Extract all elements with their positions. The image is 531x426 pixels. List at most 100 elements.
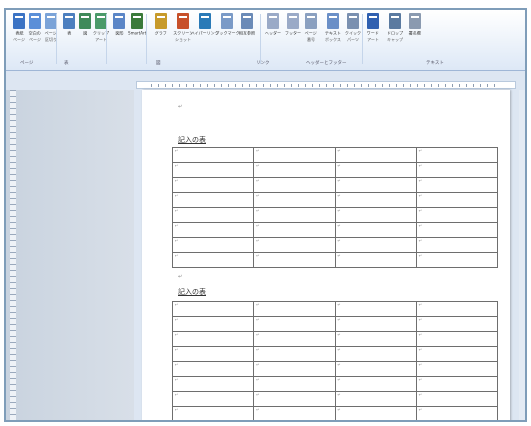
table-cell[interactable]: ↵ bbox=[334, 162, 417, 178]
table-cell[interactable]: ↵ bbox=[334, 147, 417, 163]
ribbon-group-label: 図 bbox=[156, 61, 161, 66]
table-icon bbox=[63, 13, 75, 29]
table-cell[interactable]: ↵ bbox=[334, 301, 417, 317]
dropcap-button[interactable]: ドロップ キャップ bbox=[386, 12, 404, 50]
table-cell[interactable]: ↵ bbox=[171, 316, 255, 332]
bookmark-button[interactable]: ブックマーク bbox=[215, 12, 239, 50]
table-cell[interactable]: ↵ bbox=[415, 192, 499, 208]
shapes-button[interactable]: 図形 bbox=[110, 12, 128, 50]
table-cell[interactable]: ↵ bbox=[334, 376, 417, 392]
screenshot-button[interactable]: スクリーン ショット bbox=[173, 12, 193, 50]
table-cell[interactable]: ↵ bbox=[171, 301, 255, 317]
table-cell[interactable]: ↵ bbox=[334, 316, 417, 332]
table-cell[interactable]: ↵ bbox=[171, 376, 255, 392]
table-cell[interactable]: ↵ bbox=[253, 207, 336, 223]
table-cell[interactable]: ↵ bbox=[171, 361, 255, 377]
table-cell[interactable]: ↵ bbox=[253, 147, 336, 163]
footer-button[interactable]: フッター bbox=[284, 12, 302, 50]
table-cell[interactable]: ↵ bbox=[253, 391, 336, 407]
table-cell[interactable]: ↵ bbox=[171, 391, 255, 407]
horizontal-ruler[interactable] bbox=[136, 81, 516, 89]
table-cell[interactable]: ↵ bbox=[253, 406, 336, 420]
table-cell[interactable]: ↵ bbox=[253, 252, 336, 268]
table-cell[interactable]: ↵ bbox=[415, 177, 499, 193]
table-cell[interactable]: ↵ bbox=[334, 222, 417, 238]
table-cell[interactable]: ↵ bbox=[334, 177, 417, 193]
table-cell[interactable]: ↵ bbox=[415, 222, 499, 238]
table-cell[interactable]: ↵ bbox=[334, 361, 417, 377]
table-cell[interactable]: ↵ bbox=[171, 331, 255, 347]
table-2[interactable]: ↵ ↵ ↵ ↵ ↵ ↵ ↵ ↵ ↵ ↵ ↵ ↵ ↵ ↵ ↵ ↵ ↵ ↵ ↵ ↵ ↵ ↵ ↵ ↵ ↵ ↵ ↵ ↵ ↵ ↵ ↵ ↵ bbox=[171, 301, 499, 420]
ruler-ticks bbox=[151, 84, 501, 87]
vertical-ruler bbox=[10, 90, 16, 420]
bookmark-icon bbox=[221, 13, 233, 29]
table-row: ↵ ↵ ↵ ↵ bbox=[171, 222, 499, 238]
table-cell[interactable]: ↵ bbox=[253, 177, 336, 193]
textbox-button[interactable]: テキスト ボックス bbox=[324, 12, 342, 50]
table-cell[interactable]: ↵ bbox=[253, 192, 336, 208]
table-cell[interactable]: ↵ bbox=[253, 301, 336, 317]
ribbon-button-label: 空白の bbox=[28, 32, 42, 37]
table-cell[interactable]: ↵ bbox=[171, 252, 255, 268]
wordart-button[interactable]: ワード アート bbox=[364, 12, 382, 50]
table-cell[interactable]: ↵ bbox=[253, 346, 336, 362]
table-cell[interactable]: ↵ bbox=[415, 406, 499, 420]
paragraph-mark: ↵ bbox=[178, 104, 183, 110]
table-cell[interactable]: ↵ bbox=[253, 331, 336, 347]
table-cell[interactable]: ↵ bbox=[334, 346, 417, 362]
table-cell[interactable]: ↵ bbox=[415, 391, 499, 407]
table-cell[interactable]: ↵ bbox=[334, 391, 417, 407]
signature-button[interactable]: 署名欄 bbox=[406, 12, 424, 50]
ribbon-group-separator bbox=[260, 14, 261, 64]
ribbon-button-label: フッター bbox=[284, 32, 302, 37]
table-cell[interactable]: ↵ bbox=[253, 237, 336, 253]
table-cell[interactable]: ↵ bbox=[334, 331, 417, 347]
table-cell[interactable]: ↵ bbox=[171, 162, 255, 178]
table-cell[interactable]: ↵ bbox=[171, 177, 255, 193]
table-1[interactable]: ↵ ↵ ↵ ↵ ↵ ↵ ↵ ↵ ↵ ↵ ↵ ↵ ↵ ↵ ↵ ↵ ↵ ↵ ↵ ↵ ↵ ↵ ↵ ↵ ↵ ↵ ↵ ↵ ↵ ↵ ↵ ↵ bbox=[171, 147, 499, 268]
table-cell[interactable]: ↵ bbox=[415, 252, 499, 268]
ribbon-button-label: 表 bbox=[66, 32, 72, 37]
table-cell[interactable]: ↵ bbox=[415, 237, 499, 253]
table-cell[interactable]: ↵ bbox=[334, 207, 417, 223]
table-cell[interactable]: ↵ bbox=[253, 222, 336, 238]
page-break-button[interactable]: ページ 区切り bbox=[42, 12, 60, 50]
table-cell[interactable]: ↵ bbox=[415, 376, 499, 392]
table-cell[interactable]: ↵ bbox=[334, 237, 417, 253]
table-cell[interactable]: ↵ bbox=[171, 147, 255, 163]
table-cell[interactable]: ↵ bbox=[253, 361, 336, 377]
clipart-button[interactable]: クリップ アート bbox=[92, 12, 110, 50]
cross-reference-button[interactable]: 相互参照 bbox=[238, 12, 256, 50]
vertical-scrollbar[interactable] bbox=[519, 90, 525, 420]
smartart-button[interactable]: SmartArt bbox=[128, 12, 146, 50]
ribbon-button-label: グラフ bbox=[154, 32, 168, 37]
table-cell[interactable]: ↵ bbox=[171, 406, 255, 420]
chart-button[interactable]: グラフ bbox=[152, 12, 170, 50]
table-cell[interactable]: ↵ bbox=[334, 406, 417, 420]
quick-parts-button[interactable]: クイック パーツ bbox=[344, 12, 362, 50]
footer-icon bbox=[287, 13, 299, 29]
table-cell[interactable]: ↵ bbox=[171, 222, 255, 238]
table-cell[interactable]: ↵ bbox=[415, 331, 499, 347]
table-cell[interactable]: ↵ bbox=[253, 316, 336, 332]
table-cell[interactable]: ↵ bbox=[415, 361, 499, 377]
table-cell[interactable]: ↵ bbox=[334, 192, 417, 208]
table-cell[interactable]: ↵ bbox=[171, 207, 255, 223]
hyperlink-button[interactable]: ハイパーリンク bbox=[191, 12, 219, 50]
table-cell[interactable]: ↵ bbox=[253, 376, 336, 392]
table-row: ↵ ↵ ↵ ↵ bbox=[171, 147, 499, 163]
table-cell[interactable]: ↵ bbox=[415, 147, 499, 163]
table-cell[interactable]: ↵ bbox=[415, 316, 499, 332]
table-cell[interactable]: ↵ bbox=[334, 252, 417, 268]
page-number-button[interactable]: ページ 番号 bbox=[302, 12, 320, 50]
table-cell[interactable]: ↵ bbox=[171, 192, 255, 208]
table-cell[interactable]: ↵ bbox=[171, 346, 255, 362]
header-button[interactable]: ヘッダー bbox=[264, 12, 282, 50]
table-cell[interactable]: ↵ bbox=[415, 207, 499, 223]
table-cell[interactable]: ↵ bbox=[415, 346, 499, 362]
table-cell[interactable]: ↵ bbox=[171, 237, 255, 253]
table-cell[interactable]: ↵ bbox=[253, 162, 336, 178]
table-cell[interactable]: ↵ bbox=[415, 301, 499, 317]
document-page[interactable]: ↵ 記入の表 ↵ ↵ ↵ ↵ ↵ ↵ ↵ ↵ ↵ ↵ ↵ ↵ ↵ ↵ ↵ ↵ ↵ ↵ ↵ ↵ ↵ ↵ ↵ ↵ ↵ ↵ ↵ ↵ ↵ ↵ ↵ ↵ … bbox=[142, 90, 510, 420]
table-cell[interactable]: ↵ bbox=[415, 162, 499, 178]
